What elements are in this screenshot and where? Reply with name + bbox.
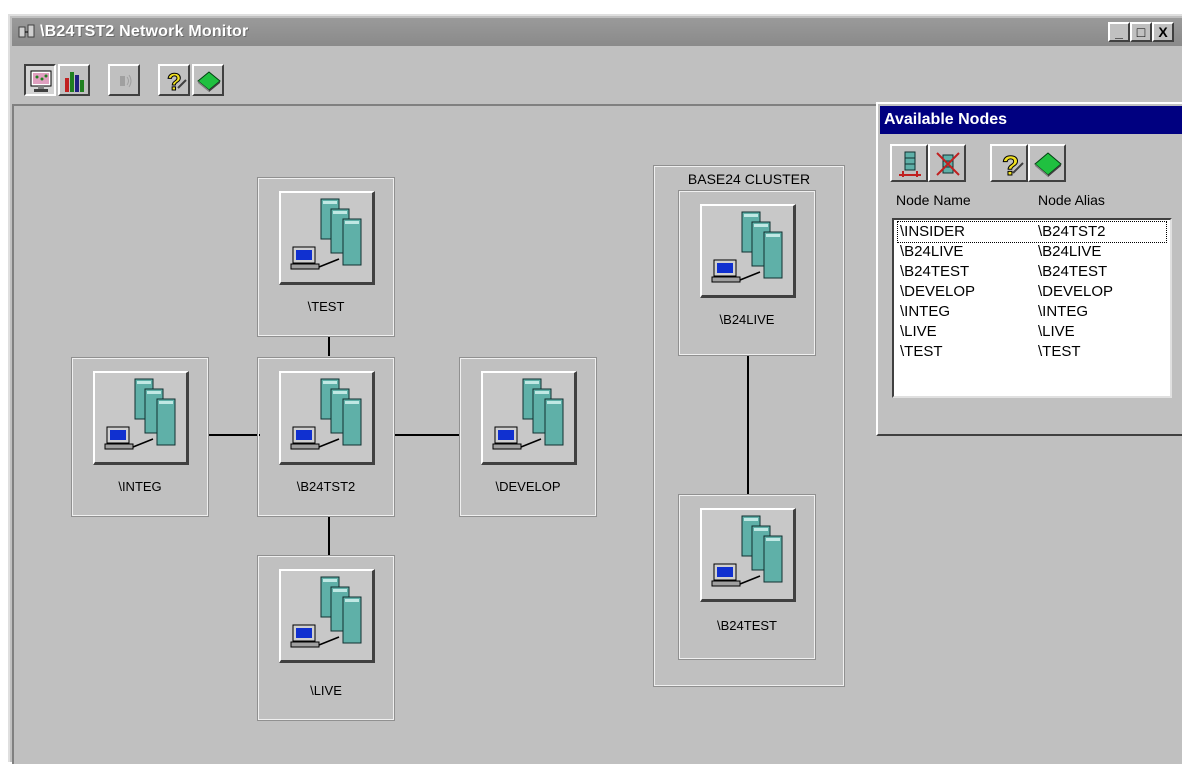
available-nodes-title[interactable]: Available Nodes — [880, 106, 1182, 134]
node-live-button[interactable] — [279, 569, 375, 663]
cluster-title: BASE24 CLUSTER — [687, 171, 811, 187]
node-b24test-label: \B24TEST — [717, 618, 777, 633]
title-bar[interactable]: \B24TST2 Network Monitor _ □ X — [12, 18, 1182, 46]
node-b24test[interactable]: \B24TEST — [678, 494, 816, 660]
base24-cluster: BASE24 CLUSTER \B24LIVE \B24TEST — [653, 165, 845, 687]
column-header-node-name[interactable]: Node Name — [896, 192, 971, 208]
layer-button[interactable] — [192, 64, 224, 96]
node-integ[interactable]: \INTEG — [71, 357, 209, 517]
column-header-node-alias[interactable]: Node Alias — [1038, 192, 1105, 208]
node-b24test-button[interactable] — [700, 508, 796, 602]
network-app-icon — [18, 24, 35, 38]
server-icon — [492, 378, 564, 450]
server-icon — [290, 576, 362, 648]
node-b24live-button[interactable] — [700, 204, 796, 298]
node-b24tst2[interactable]: \B24TST2 — [257, 357, 395, 517]
server-icon — [104, 378, 176, 450]
close-button[interactable]: X — [1152, 22, 1174, 42]
list-item[interactable]: \LIVE \LIVE — [898, 322, 1166, 342]
node-integ-button[interactable] — [93, 371, 189, 465]
help-icon: ? — [1002, 150, 1024, 179]
list-item[interactable]: \INTEG \INTEG — [898, 302, 1166, 322]
node-develop-button[interactable] — [481, 371, 577, 465]
node-b24tst2-label: \B24TST2 — [296, 479, 356, 494]
diamond-icon — [1034, 152, 1062, 177]
bar-chart-icon — [65, 72, 84, 92]
node-test[interactable]: \TEST — [257, 177, 395, 337]
server-icon — [290, 198, 362, 270]
help-icon: ? — [167, 69, 187, 94]
add-server-icon — [899, 151, 921, 177]
remove-server-icon — [936, 152, 960, 176]
node-test-label: \TEST — [307, 299, 345, 314]
panel-help-button[interactable]: ? — [990, 144, 1028, 182]
statistics-button[interactable] — [58, 64, 90, 96]
node-develop-label: \DEVELOP — [495, 479, 561, 494]
maximize-button[interactable]: □ — [1130, 22, 1152, 42]
add-node-button[interactable] — [890, 144, 928, 182]
svg-text:?: ? — [167, 69, 182, 94]
node-test-button[interactable] — [279, 191, 375, 285]
help-button[interactable]: ? — [158, 64, 190, 96]
node-b24live-label: \B24LIVE — [719, 312, 775, 327]
node-b24tst2-button[interactable] — [279, 371, 375, 465]
node-develop[interactable]: \DEVELOP — [459, 357, 597, 517]
server-icon — [711, 211, 783, 283]
link-test-b24tst2 — [328, 336, 330, 356]
link-b24tst2-live — [328, 516, 330, 556]
list-item[interactable]: \INSIDER \B24TST2 — [897, 221, 1167, 243]
node-b24live[interactable]: \B24LIVE — [678, 190, 816, 356]
svg-text:?: ? — [1002, 150, 1019, 179]
panel-layer-button[interactable] — [1028, 144, 1066, 182]
remove-node-button[interactable] — [928, 144, 966, 182]
node-list[interactable]: \INSIDER \B24TST2 \B24LIVE \B24LIVE \B24… — [892, 218, 1172, 398]
list-item[interactable]: \B24LIVE \B24LIVE — [898, 242, 1166, 262]
network-monitor-window: \B24TST2 Network Monitor _ □ X ? \TEST \… — [8, 14, 1182, 764]
minimize-button[interactable]: _ — [1108, 22, 1130, 42]
signal-icon — [120, 74, 132, 88]
node-integ-label: \INTEG — [118, 479, 162, 494]
monitor-icon — [30, 70, 52, 92]
monitor-view-button[interactable] — [24, 64, 56, 96]
server-icon — [290, 378, 362, 450]
diamond-icon — [197, 71, 221, 92]
list-item[interactable]: \B24TEST \B24TEST — [898, 262, 1166, 282]
link-b24tst2-develop — [394, 434, 460, 436]
window-title: \B24TST2 Network Monitor — [40, 23, 249, 40]
signal-button[interactable] — [108, 64, 140, 96]
main-toolbar: ? — [12, 46, 1182, 106]
node-live[interactable]: \LIVE — [257, 555, 395, 721]
list-item[interactable]: \DEVELOP \DEVELOP — [898, 282, 1166, 302]
link-integ-b24tst2 — [208, 434, 260, 436]
server-icon — [711, 515, 783, 587]
available-nodes-panel: Available Nodes ? Node Name Node Alias \… — [876, 102, 1182, 436]
list-item[interactable]: \TEST \TEST — [898, 342, 1166, 362]
node-live-label: \LIVE — [310, 683, 342, 698]
